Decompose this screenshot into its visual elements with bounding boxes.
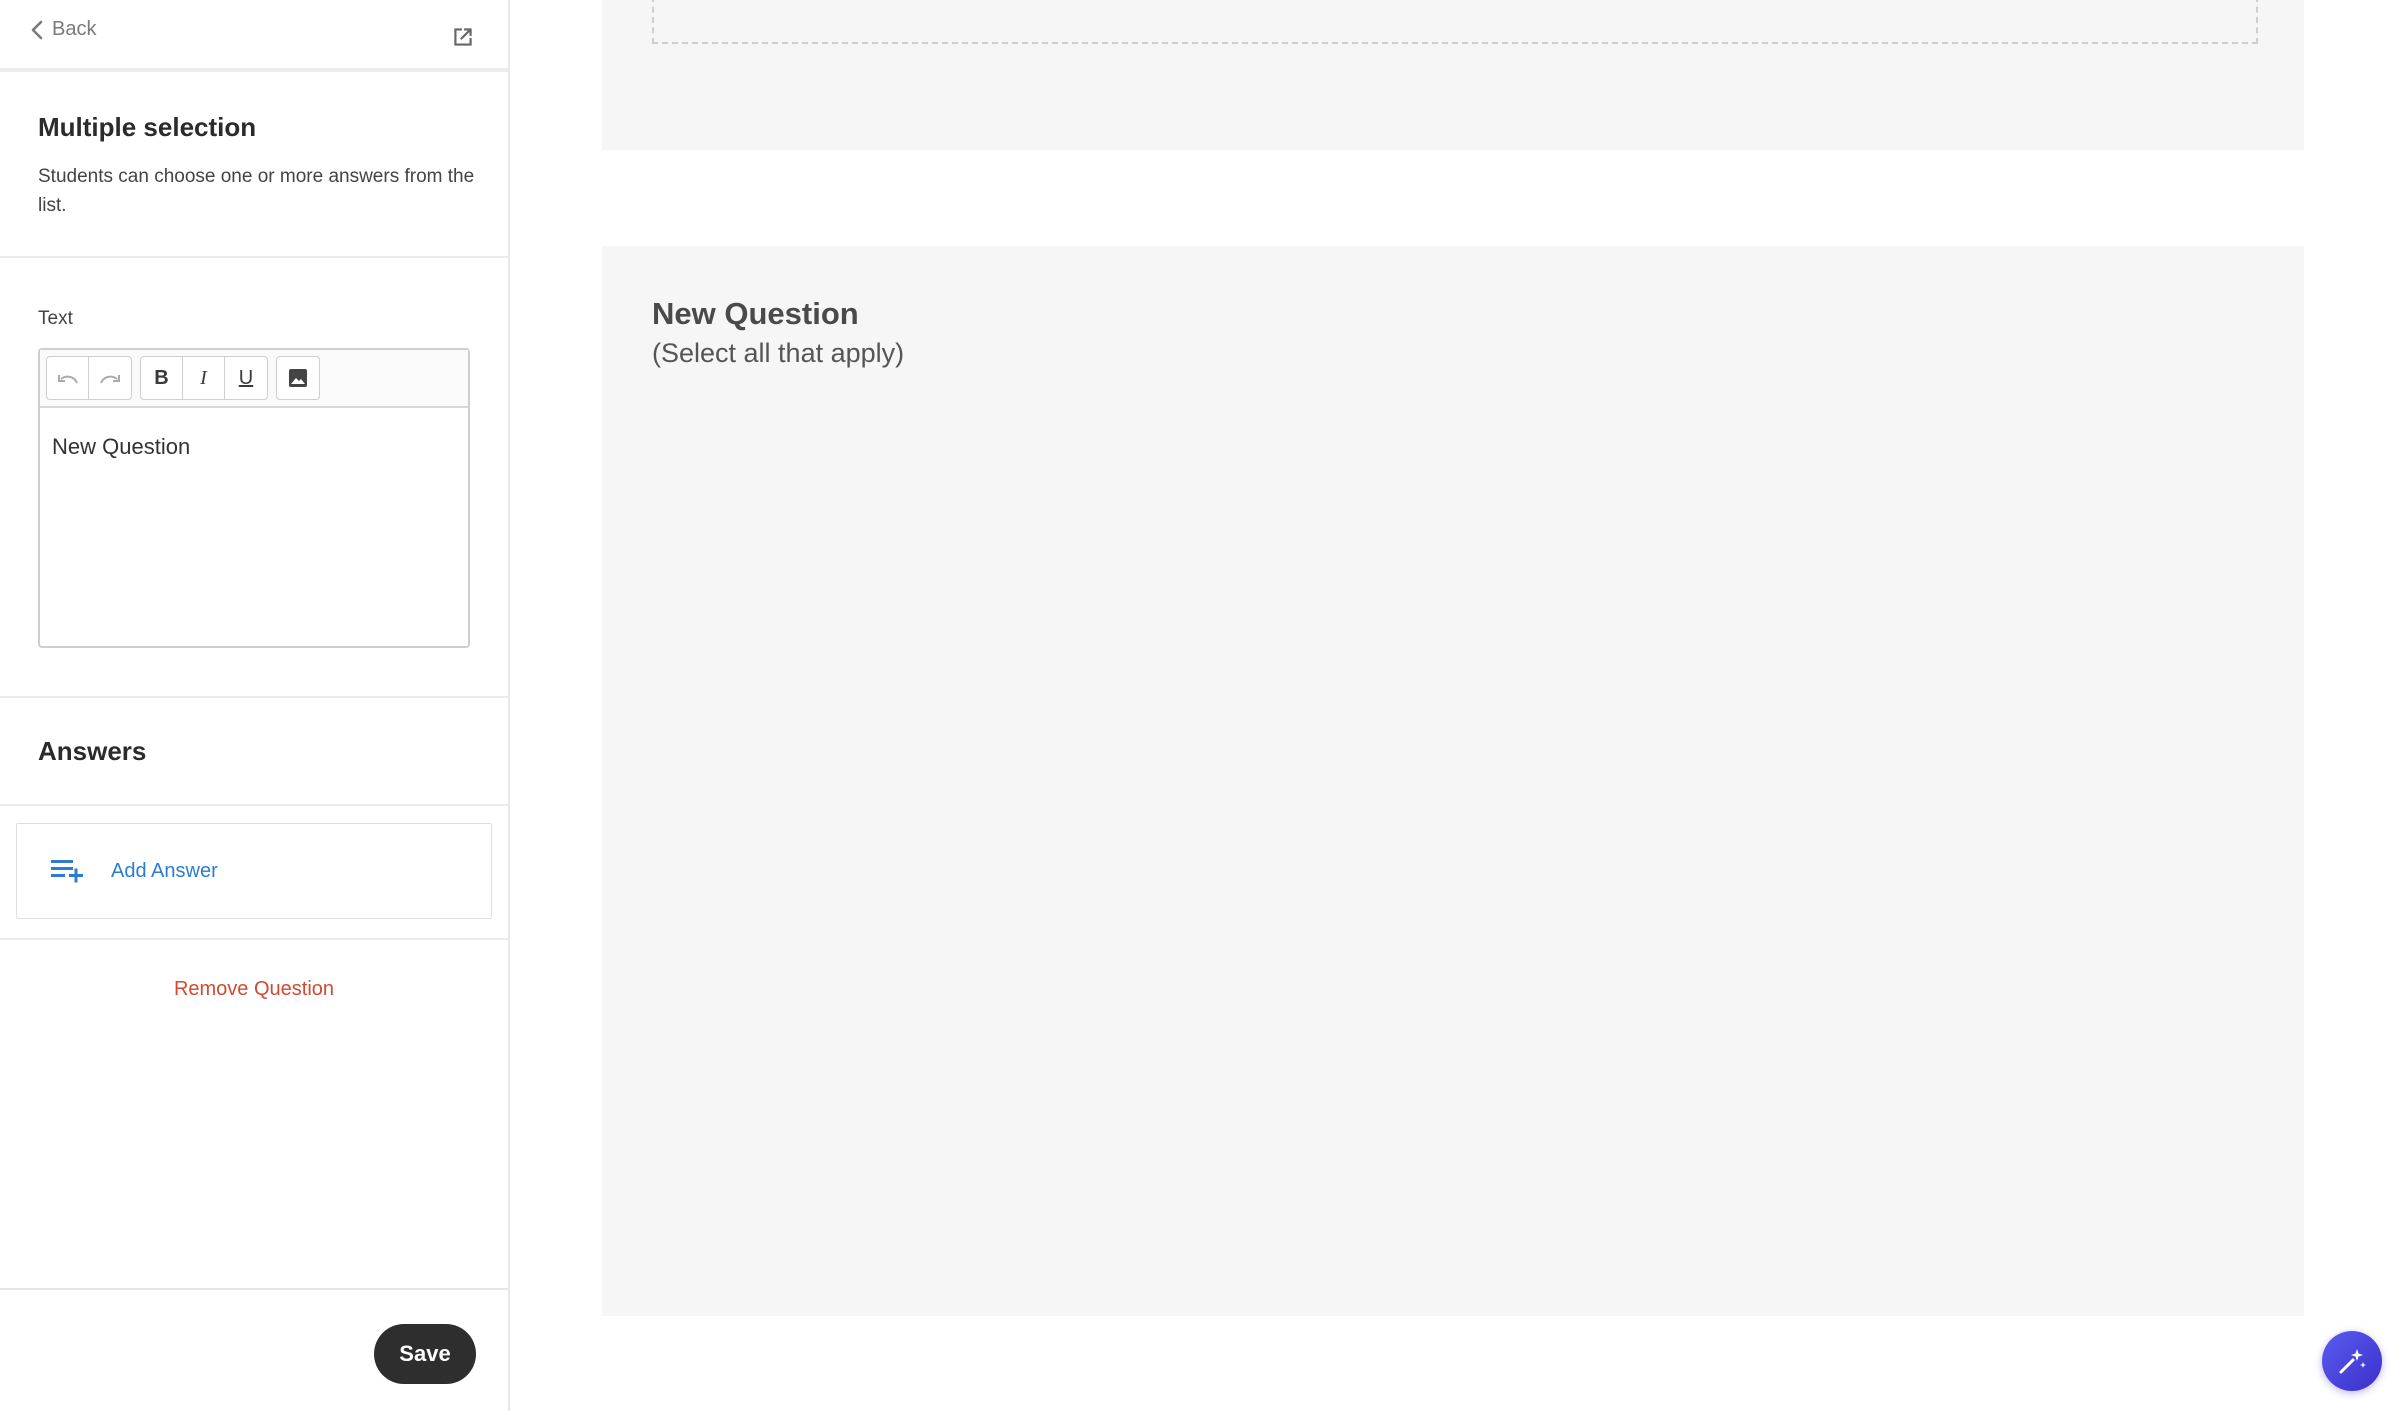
image-icon <box>289 369 307 387</box>
question-editor-sidebar: Back Multiple selection Students can cho… <box>0 0 510 1411</box>
save-button[interactable]: Save <box>374 1324 476 1384</box>
history-button-group <box>46 356 132 400</box>
bold-glyph: B <box>154 366 169 389</box>
playlist-add-icon <box>51 860 83 883</box>
bold-button[interactable]: B <box>141 357 183 399</box>
add-answer-button[interactable]: Add Answer <box>16 823 492 919</box>
question-type-title: Multiple selection <box>38 112 257 142</box>
media-button-group <box>276 356 320 400</box>
redo-button[interactable] <box>89 357 131 399</box>
question-preview-card[interactable]: New Question (Select all that apply) <box>602 246 2304 1316</box>
editor-content-area[interactable]: New Question <box>40 408 468 486</box>
question-preview-title: New Question <box>652 296 859 331</box>
rich-text-editor: B I U New Question <box>38 348 470 648</box>
add-answer-label: Add Answer <box>111 859 218 882</box>
text-field-label: Text <box>38 308 73 329</box>
editor-toolbar: B I U <box>40 350 468 408</box>
answers-list-area: Add Answer <box>0 806 508 940</box>
italic-button[interactable]: I <box>183 357 225 399</box>
italic-glyph: I <box>200 366 207 389</box>
previous-question-card <box>602 0 2304 150</box>
question-preview-hint: (Select all that apply) <box>652 338 905 368</box>
back-label: Back <box>52 18 97 40</box>
underline-glyph: U <box>238 366 254 389</box>
undo-button[interactable] <box>47 357 89 399</box>
ai-assistant-button[interactable] <box>2322 1331 2382 1391</box>
insert-image-button[interactable] <box>277 357 319 399</box>
answers-section-header: Answers <box>0 698 508 806</box>
underline-button[interactable]: U <box>225 357 267 399</box>
sidebar-footer: Save <box>0 1288 508 1411</box>
sidebar-header: Back <box>0 0 508 72</box>
drop-zone[interactable] <box>652 0 2258 44</box>
redo-icon <box>100 375 120 384</box>
format-button-group: B I U <box>140 356 268 400</box>
chevron-left-icon <box>31 20 43 39</box>
undo-icon <box>57 375 78 384</box>
answers-title: Answers <box>38 736 147 766</box>
quiz-preview-canvas: New Question (Select all that apply) <box>512 0 2400 1411</box>
remove-question-link[interactable]: Remove Question <box>0 978 508 1001</box>
sparkle-wand-icon <box>2339 1349 2366 1374</box>
open-in-new-icon[interactable] <box>450 24 476 50</box>
question-type-section: Multiple selection Students can choose o… <box>0 76 508 258</box>
question-type-description: Students can choose one or more answers … <box>38 166 475 216</box>
back-link[interactable]: Back <box>30 18 96 41</box>
question-text-section: Text B I U New Question <box>0 258 508 698</box>
